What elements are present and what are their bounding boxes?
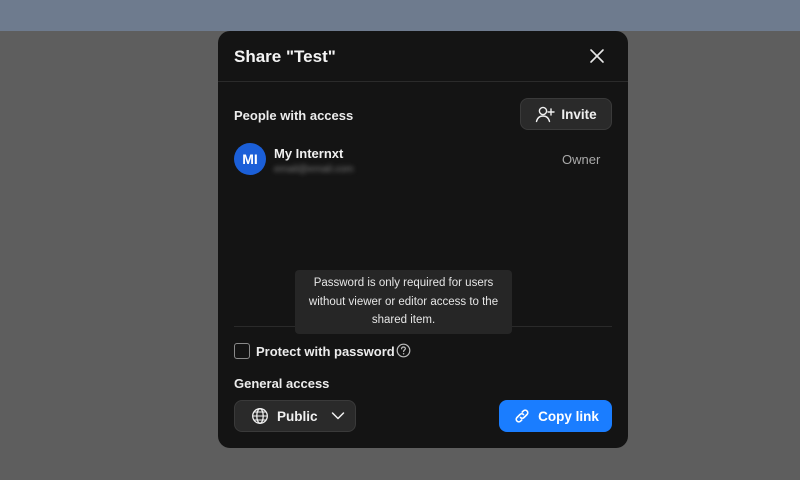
password-tooltip: Password is only required for users with… [295,270,512,334]
protect-password-label: Protect with password [256,344,395,359]
people-with-access-label: People with access [234,108,354,123]
copy-link-button[interactable]: Copy link [499,400,612,432]
avatar: MI [234,143,266,175]
globe-icon [252,408,268,424]
close-button[interactable] [586,45,608,67]
add-user-icon [536,106,556,123]
question-circle-icon[interactable] [396,343,411,358]
user-role: Owner [562,152,601,167]
protect-password-checkbox[interactable] [234,343,250,359]
user-email: email@email.com [274,164,354,175]
dialog-title: Share "Test" [234,47,336,66]
copy-link-label: Copy link [538,408,599,424]
invite-button[interactable]: Invite [520,98,612,130]
dialog-header: Share "Test" [218,31,628,82]
general-access-select[interactable]: Public [234,400,356,432]
page-header-strip [0,0,800,31]
general-access-label: General access [234,376,330,391]
close-icon [590,49,604,63]
user-name: My Internxt [274,146,344,161]
invite-label: Invite [561,106,597,122]
general-access-value: Public [277,408,318,424]
link-icon [515,409,529,423]
share-dialog: Share "Test" People with access Invite M… [218,31,628,448]
chevron-down-icon [331,412,344,420]
